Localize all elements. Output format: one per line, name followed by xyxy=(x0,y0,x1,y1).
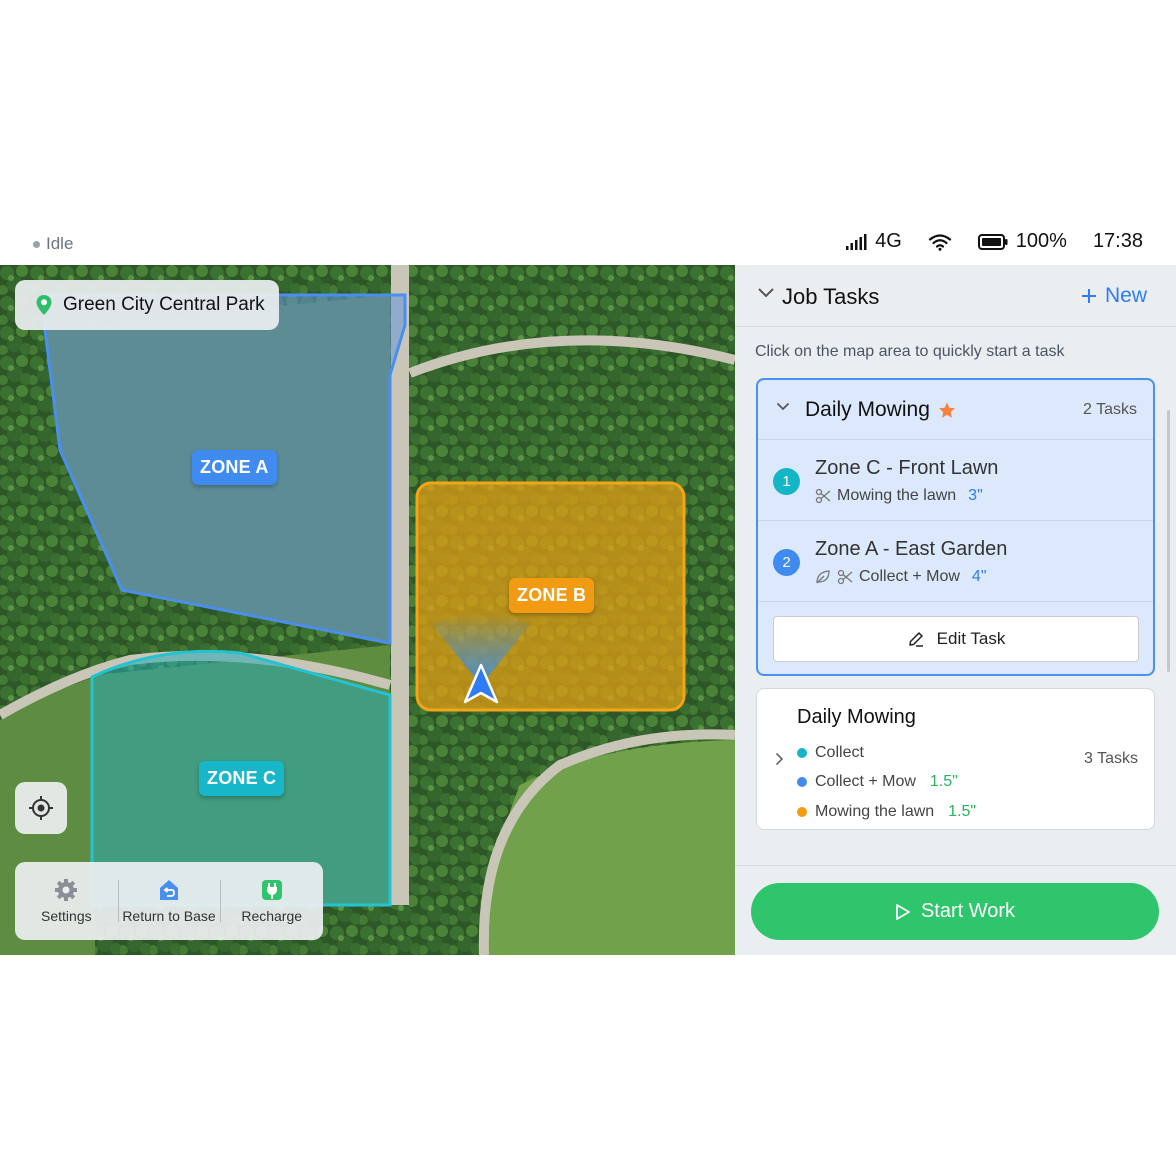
recharge-button[interactable]: Recharge xyxy=(220,862,323,940)
edit-task-button[interactable]: Edit Task xyxy=(773,616,1139,662)
task-name: Zone A - East Garden xyxy=(815,538,1008,560)
job-task-list: Collect Collect + Mow 1.5" Mowing the la… xyxy=(797,738,976,827)
job-tasks-panel: Job Tasks New Click on the map area to q… xyxy=(735,265,1176,955)
task-count: 2 Tasks xyxy=(1083,401,1137,418)
return-to-base-button[interactable]: Return to Base xyxy=(117,862,221,940)
return-to-base-label: Return to Base xyxy=(122,908,216,924)
task-count: 3 Tasks xyxy=(1084,750,1138,767)
mower-status: Idle xyxy=(33,234,73,254)
system-indicators: 4G 100% 17:38 xyxy=(845,230,1143,253)
task-cut-height: 1.5" xyxy=(929,773,958,791)
panel-title: Job Tasks xyxy=(782,284,880,309)
plus-icon xyxy=(1081,289,1096,303)
list-item: Collect xyxy=(797,738,976,768)
task-color-dot xyxy=(797,747,807,758)
active-job-card[interactable]: Daily Mowing 2 Tasks 1 Zone C - Front La… xyxy=(756,378,1155,676)
task-action: Mowing the lawn xyxy=(815,802,935,820)
job-card[interactable]: Daily Mowing 3 Tasks Collect Collect + M… xyxy=(756,688,1155,830)
recharge-label: Recharge xyxy=(241,908,303,924)
task-cut-height: 4" xyxy=(971,568,987,585)
clock: 17:38 xyxy=(1093,230,1143,253)
plug-icon xyxy=(261,880,282,900)
start-work-button[interactable]: Start Work xyxy=(751,883,1159,940)
task-details: Mowing the lawn 3" xyxy=(815,487,983,505)
job-header[interactable]: Daily Mowing 2 Tasks xyxy=(758,380,1153,440)
wifi-indicator xyxy=(928,233,952,251)
map-pin-icon xyxy=(36,295,52,315)
panel-header: Job Tasks New xyxy=(735,265,1176,327)
task-name: Zone C - Front Lawn xyxy=(815,457,999,479)
task-action: Mowing the lawn xyxy=(837,487,957,504)
task-cut-height: 3" xyxy=(968,487,983,504)
star-icon[interactable] xyxy=(938,402,956,419)
wifi-icon xyxy=(928,233,951,251)
scissors-icon xyxy=(837,569,853,585)
status-dot xyxy=(33,240,40,248)
location-name: Green City Central Park xyxy=(63,294,265,315)
settings-label: Settings xyxy=(41,908,92,924)
task-details: Collect + Mow 4" xyxy=(815,568,987,586)
zone-a-label[interactable]: ZONE A xyxy=(192,450,277,485)
chevron-down-icon[interactable] xyxy=(757,287,775,299)
new-job-button[interactable]: New xyxy=(1081,284,1147,308)
panel-footer: Start Work xyxy=(735,865,1176,955)
scrollbar[interactable] xyxy=(1167,410,1170,672)
location-chip[interactable]: Green City Central Park xyxy=(15,280,279,330)
battery-icon xyxy=(977,233,1008,250)
zone-c-label[interactable]: ZONE C xyxy=(199,761,285,796)
map-view[interactable]: ZONE A ZONE B ZONE C Green City Central … xyxy=(0,265,735,955)
list-item: Mowing the lawn 1.5" xyxy=(797,797,976,827)
scissors-icon xyxy=(815,488,831,504)
job-name: Daily Mowing xyxy=(805,398,956,422)
panel-hint: Click on the map area to quickly start a… xyxy=(755,343,1065,360)
network-text: 4G xyxy=(875,230,902,252)
task-color-dot xyxy=(797,777,807,788)
chevron-right-icon[interactable] xyxy=(775,752,784,766)
map-toolbar: Settings Return to Base Recharge xyxy=(15,862,323,940)
edit-task-label: Edit Task xyxy=(936,629,1006,648)
network-indicator: 4G xyxy=(845,230,902,253)
task-item[interactable]: 1 Zone C - Front Lawn Mowing the lawn 3" xyxy=(758,440,1153,521)
task-number-badge: 1 xyxy=(773,468,800,495)
task-number-badge: 2 xyxy=(773,549,800,576)
task-action: Collect + Mow xyxy=(859,568,960,585)
task-action: Collect + Mow xyxy=(815,773,916,791)
task-action: Collect xyxy=(815,743,864,761)
new-job-label: New xyxy=(1104,284,1147,307)
job-name-text: Daily Mowing xyxy=(805,398,930,421)
task-color-dot xyxy=(797,806,807,817)
settings-button[interactable]: Settings xyxy=(15,862,118,940)
play-icon xyxy=(896,903,910,920)
status-text: Idle xyxy=(46,234,74,253)
battery-text: 100% xyxy=(1015,230,1067,252)
gear-icon xyxy=(55,879,78,901)
locate-button[interactable] xyxy=(15,782,67,834)
pencil-icon xyxy=(908,632,923,647)
home-return-icon xyxy=(160,880,178,900)
signal-icon xyxy=(846,233,867,250)
leaf-icon xyxy=(816,570,830,584)
zone-b-label[interactable]: ZONE B xyxy=(509,578,595,613)
battery-indicator: 100% xyxy=(977,230,1067,253)
start-work-label: Start Work xyxy=(920,900,1016,922)
task-cut-height: 1.5" xyxy=(948,802,977,820)
job-name: Daily Mowing xyxy=(797,706,916,728)
aerial-map xyxy=(0,265,735,955)
clock-text: 17:38 xyxy=(1092,230,1143,252)
crosshair-icon xyxy=(29,796,53,820)
task-item[interactable]: 2 Zone A - East Garden Collect + Mow 4" xyxy=(758,521,1153,602)
chevron-down-icon[interactable] xyxy=(776,402,790,411)
status-bar: Idle 4G 100% 17:38 xyxy=(0,224,1176,264)
list-item: Collect + Mow 1.5" xyxy=(797,768,976,798)
